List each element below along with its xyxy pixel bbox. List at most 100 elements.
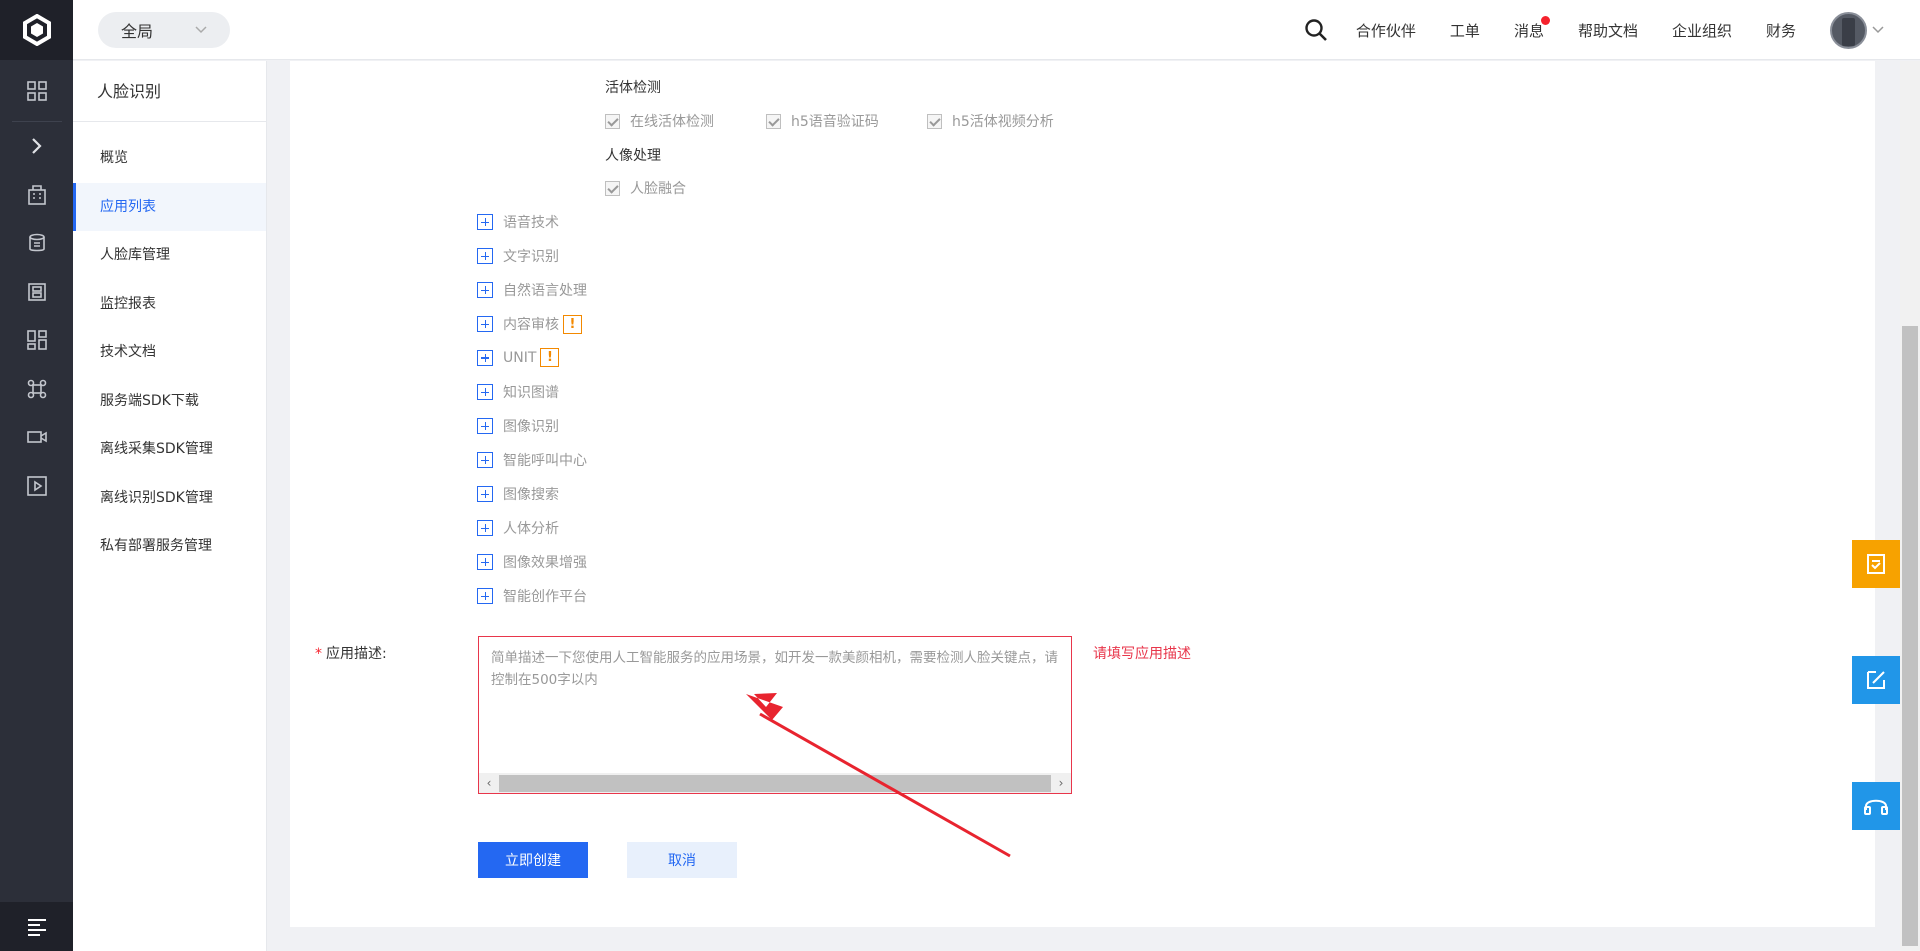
global-nav-rail bbox=[0, 0, 73, 951]
expand-body-analysis[interactable]: 人体分析 bbox=[477, 518, 559, 538]
sidebar-item-private-deployment[interactable]: 私有部署服务管理 bbox=[73, 522, 266, 571]
finance-link[interactable]: 财务 bbox=[1766, 20, 1796, 41]
edit-icon bbox=[1867, 671, 1885, 689]
description-textarea[interactable] bbox=[479, 637, 1071, 773]
plus-square-icon bbox=[477, 418, 493, 434]
server-icon[interactable] bbox=[0, 268, 73, 317]
expand-label: 图像搜索 bbox=[503, 487, 559, 503]
support-button[interactable] bbox=[1852, 782, 1900, 830]
expand-label: UNIT bbox=[503, 349, 537, 366]
scroll-right-icon[interactable]: › bbox=[1051, 773, 1071, 793]
product-title: 人脸识别 bbox=[73, 61, 266, 122]
warning-icon: ! bbox=[540, 348, 560, 367]
partners-link[interactable]: 合作伙伴 bbox=[1356, 20, 1416, 41]
liveness-group-label: 活体检测 bbox=[605, 80, 661, 96]
expand-icon[interactable] bbox=[0, 122, 73, 171]
expand-nlp[interactable]: 自然语言处理 bbox=[477, 280, 587, 300]
expand-speech[interactable]: 语音技术 bbox=[477, 212, 559, 232]
plus-square-icon bbox=[477, 452, 493, 468]
region-selector-label: 全局 bbox=[121, 22, 154, 41]
video-icon[interactable] bbox=[0, 413, 73, 462]
sidebar-item-offline-recognition-sdk[interactable]: 离线识别SDK管理 bbox=[73, 474, 266, 523]
expand-label: 语音技术 bbox=[503, 215, 559, 231]
plus-square-icon bbox=[477, 349, 493, 366]
database-icon[interactable] bbox=[0, 219, 73, 268]
expand-label: 自然语言处理 bbox=[503, 283, 587, 299]
h5-video-liveness-checkbox[interactable]: h5活体视频分析 bbox=[927, 111, 1054, 131]
create-app-form: 活体检测 在线活体检测 h5语音验证码 h5活体视频分析 人像处理 人脸融合 语… bbox=[290, 61, 1875, 927]
online-liveness-checkbox[interactable]: 在线活体检测 bbox=[605, 111, 714, 131]
command-icon[interactable] bbox=[0, 365, 73, 414]
plus-square-icon bbox=[477, 214, 493, 230]
create-button[interactable]: 立即创建 bbox=[478, 842, 588, 878]
required-mark: * bbox=[315, 646, 322, 662]
chevron-down-icon bbox=[1872, 26, 1884, 34]
textarea-scrollbar[interactable]: ‹ › bbox=[479, 773, 1071, 793]
feedback-button[interactable] bbox=[1852, 540, 1900, 588]
organization-link[interactable]: 企业组织 bbox=[1672, 20, 1732, 41]
face-fusion-checkbox[interactable]: 人脸融合 bbox=[605, 178, 686, 198]
portrait-group-label: 人像处理 bbox=[605, 148, 661, 164]
expand-content-review[interactable]: 内容审核! bbox=[477, 314, 582, 334]
expand-call-center[interactable]: 智能呼叫中心 bbox=[477, 450, 587, 470]
cancel-button[interactable]: 取消 bbox=[627, 842, 737, 878]
checkbox-checked-icon bbox=[605, 180, 620, 196]
expand-ocr[interactable]: 文字识别 bbox=[477, 246, 559, 266]
scroll-left-icon[interactable]: ‹ bbox=[479, 773, 499, 793]
expand-unit[interactable]: UNIT! bbox=[477, 348, 560, 367]
description-label: * 应用描述: bbox=[315, 643, 387, 663]
expand-image-recognition[interactable]: 图像识别 bbox=[477, 416, 559, 436]
menu-toggle-icon[interactable] bbox=[0, 902, 73, 951]
help-docs-link[interactable]: 帮助文档 bbox=[1578, 20, 1638, 41]
region-selector[interactable]: 全局 bbox=[98, 12, 230, 48]
sidebar-item-monitor-reports[interactable]: 监控报表 bbox=[73, 280, 266, 329]
description-field: ‹ › bbox=[478, 636, 1072, 794]
checkbox-checked-icon bbox=[605, 113, 620, 129]
sidebar-item-overview[interactable]: 概览 bbox=[73, 134, 266, 183]
expand-image-search[interactable]: 图像搜索 bbox=[477, 484, 559, 504]
expand-creation-platform[interactable]: 智能创作平台 bbox=[477, 586, 587, 606]
checkbox-label: h5活体视频分析 bbox=[952, 114, 1054, 130]
avatar bbox=[1830, 11, 1867, 49]
plus-square-icon bbox=[477, 554, 493, 570]
expand-label: 图像效果增强 bbox=[503, 555, 587, 571]
apps-icon[interactable] bbox=[0, 60, 73, 121]
page-scrollbar-thumb[interactable] bbox=[1902, 326, 1918, 946]
building-icon[interactable] bbox=[0, 171, 73, 220]
cloud-logo-icon[interactable] bbox=[0, 0, 73, 60]
expand-image-enhance[interactable]: 图像效果增强 bbox=[477, 552, 587, 572]
expand-label: 文字识别 bbox=[503, 249, 559, 265]
expand-label: 图像识别 bbox=[503, 419, 559, 435]
sidebar-item-offline-capture-sdk[interactable]: 离线采集SDK管理 bbox=[73, 425, 266, 474]
page-scrollbar[interactable] bbox=[1900, 61, 1920, 951]
dashboard-icon[interactable] bbox=[0, 316, 73, 365]
expand-label: 智能呼叫中心 bbox=[503, 453, 587, 469]
h5-voice-code-checkbox[interactable]: h5语音验证码 bbox=[766, 111, 879, 131]
edit-button[interactable] bbox=[1852, 656, 1900, 704]
play-icon[interactable] bbox=[0, 462, 73, 511]
headset-icon bbox=[1864, 799, 1888, 815]
messages-link[interactable]: 消息 bbox=[1514, 15, 1550, 41]
checkbox-label: 人脸融合 bbox=[630, 181, 686, 197]
sidebar-item-app-list[interactable]: 应用列表 bbox=[73, 182, 266, 231]
tickets-link[interactable]: 工单 bbox=[1450, 20, 1480, 41]
sidebar-item-face-library[interactable]: 人脸库管理 bbox=[73, 231, 266, 280]
description-label-text: 应用描述: bbox=[326, 646, 387, 662]
checkbox-checked-icon bbox=[927, 113, 942, 129]
sidebar-item-server-sdk[interactable]: 服务端SDK下载 bbox=[73, 377, 266, 426]
notification-dot bbox=[1540, 15, 1550, 25]
scrollbar-thumb[interactable] bbox=[499, 774, 1051, 792]
expand-label: 智能创作平台 bbox=[503, 589, 587, 605]
checkbox-label: 在线活体检测 bbox=[630, 114, 714, 130]
plus-square-icon bbox=[477, 316, 493, 332]
top-actions: 合作伙伴 工单 消息 帮助文档 企业组织 财务 bbox=[1296, 0, 1920, 60]
plus-square-icon bbox=[477, 520, 493, 536]
product-sidebar: 人脸识别 概览 应用列表 人脸库管理 监控报表 技术文档 服务端SDK下载 离线… bbox=[73, 61, 267, 951]
checkbox-checked-icon bbox=[766, 113, 781, 129]
sidebar-item-tech-docs[interactable]: 技术文档 bbox=[73, 328, 266, 377]
search-icon[interactable] bbox=[1296, 18, 1336, 42]
user-menu[interactable] bbox=[1830, 11, 1885, 49]
plus-square-icon bbox=[477, 282, 493, 298]
plus-square-icon bbox=[477, 384, 493, 400]
expand-knowledge-graph[interactable]: 知识图谱 bbox=[477, 382, 559, 402]
